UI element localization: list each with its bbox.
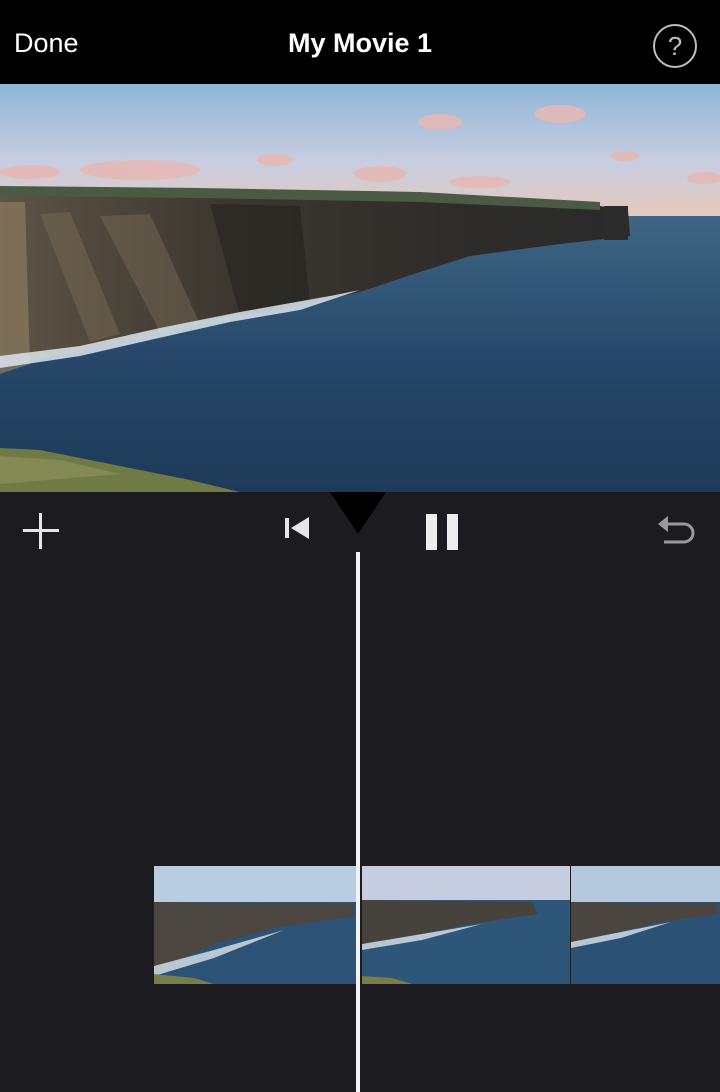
playhead[interactable]: [356, 552, 360, 1092]
playhead-marker-icon: [330, 492, 386, 534]
video-preview[interactable]: [0, 84, 720, 492]
timeline[interactable]: [0, 552, 720, 1092]
top-bar: Done My Movie 1 ?: [0, 0, 720, 84]
preview-image: [0, 84, 720, 492]
timeline-clip[interactable]: [362, 866, 570, 984]
clip-thumbnail: [154, 866, 358, 984]
timeline-clip[interactable]: [154, 866, 358, 984]
pause-icon[interactable]: [422, 512, 462, 552]
timeline-clip[interactable]: [571, 866, 720, 984]
done-button[interactable]: Done: [14, 28, 79, 59]
skip-to-start-icon[interactable]: [282, 514, 312, 542]
playback-controls: [0, 492, 720, 552]
undo-icon[interactable]: [654, 512, 698, 552]
page-title: My Movie 1: [287, 28, 433, 58]
help-button[interactable]: ?: [653, 24, 697, 68]
clip-thumbnail: [362, 866, 570, 984]
clip-thumbnail: [571, 866, 720, 984]
plus-icon[interactable]: [22, 512, 60, 550]
